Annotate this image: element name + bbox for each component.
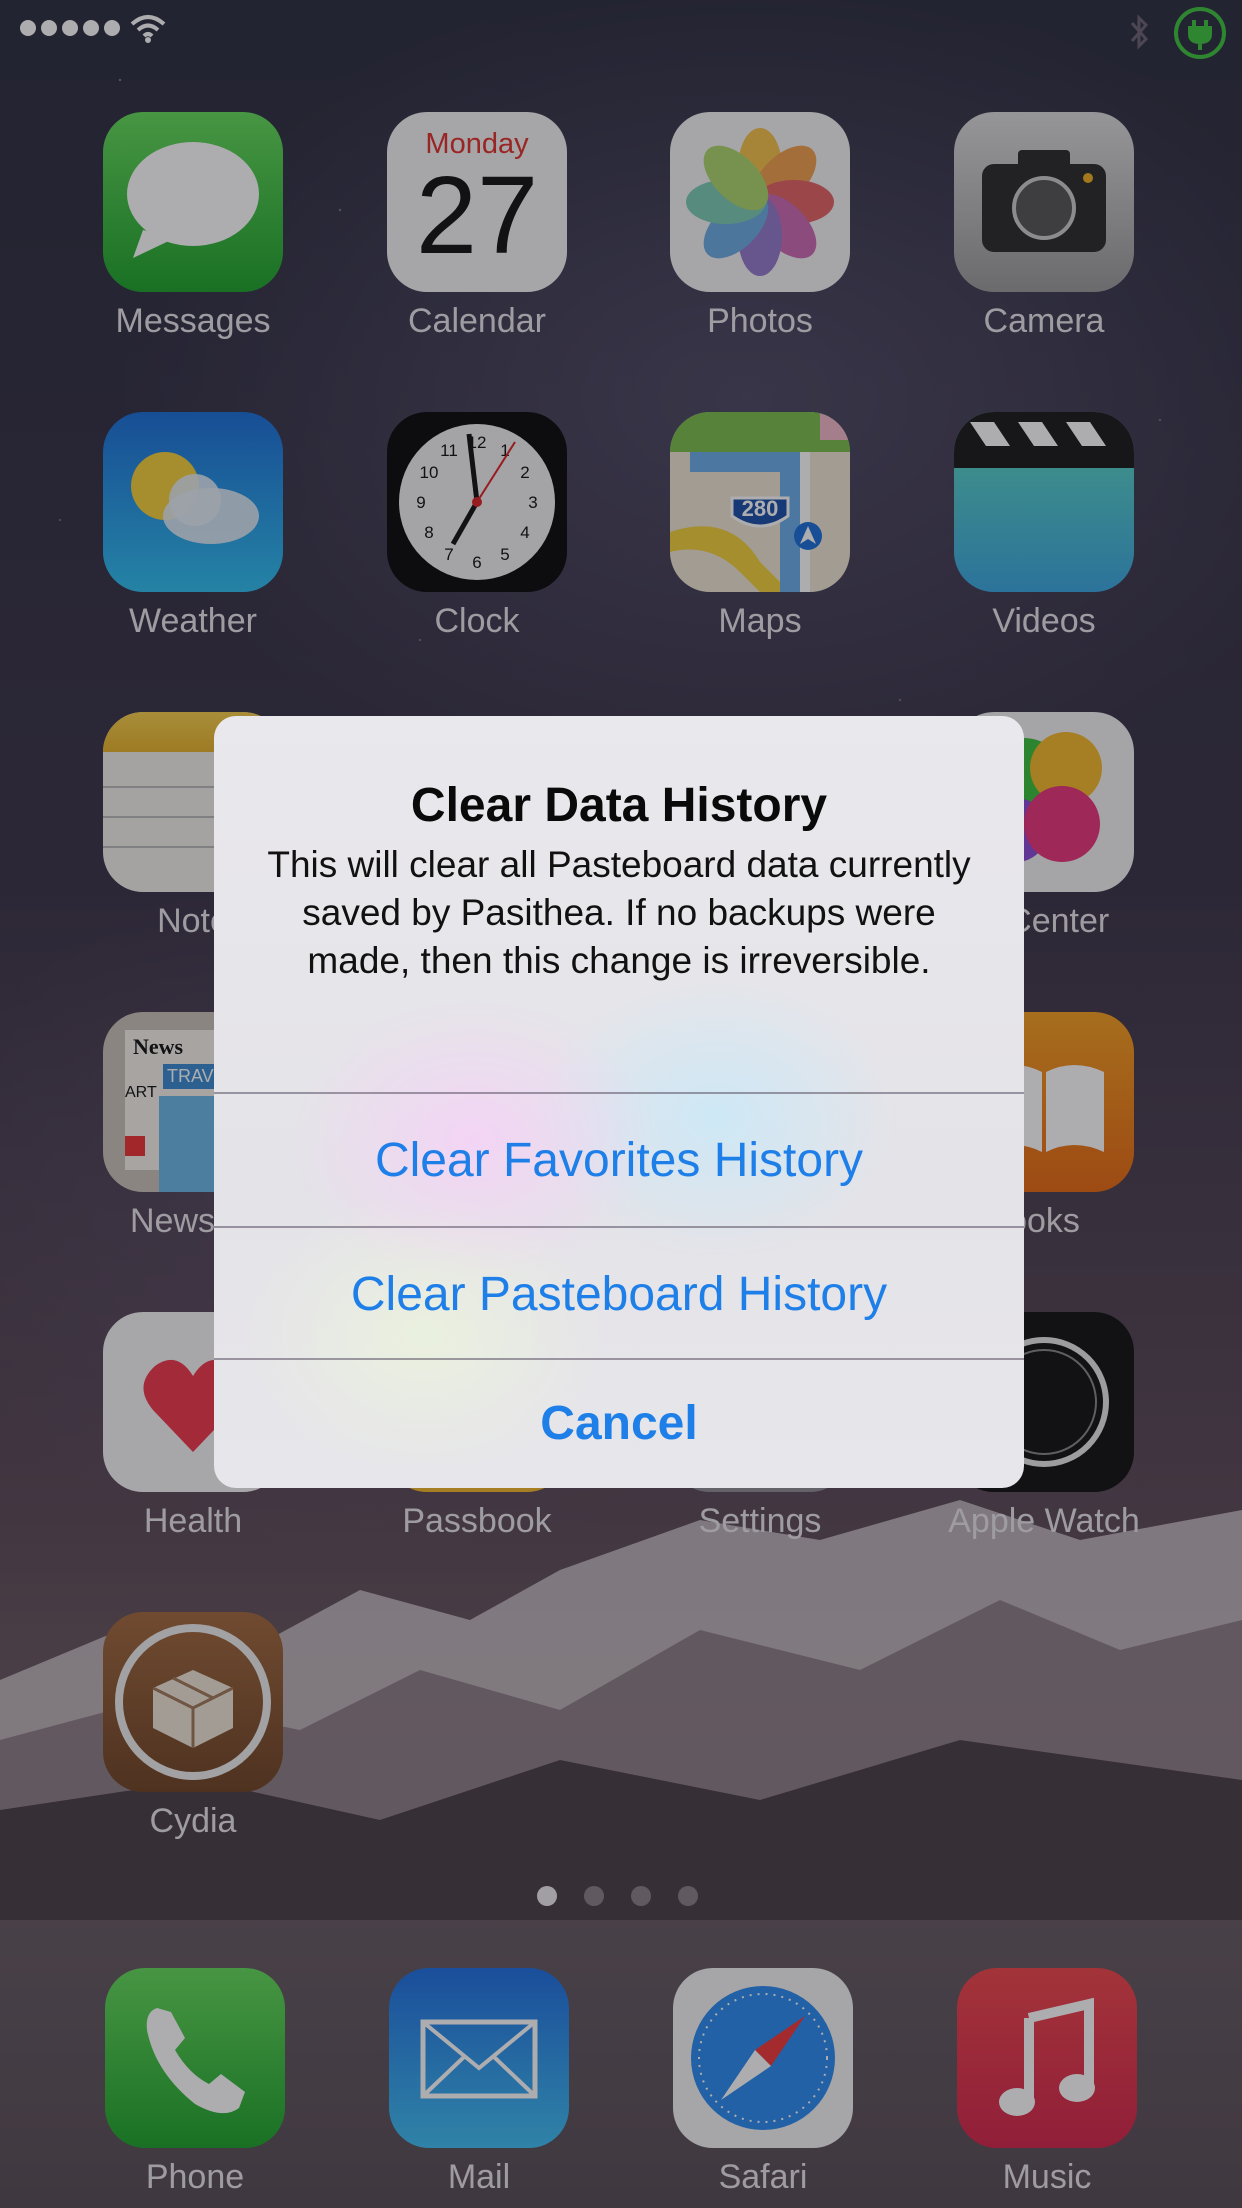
alert-title: Clear Data History [410, 779, 828, 832]
clear-data-alert: Clear Data History This will clear all P… [214, 716, 1024, 1488]
clear-pasteboard-history-button[interactable]: Clear Pasteboard History [214, 1228, 1024, 1360]
clear-favorites-history-button[interactable]: Clear Favorites History [214, 1094, 1024, 1226]
cancel-button[interactable]: Cancel [214, 1358, 1024, 1488]
alert-message: This will clear all Pasteboard data curr… [267, 844, 971, 981]
home-screen: Messages Monday 27 Calendar Photos Camer… [0, 0, 1242, 2208]
